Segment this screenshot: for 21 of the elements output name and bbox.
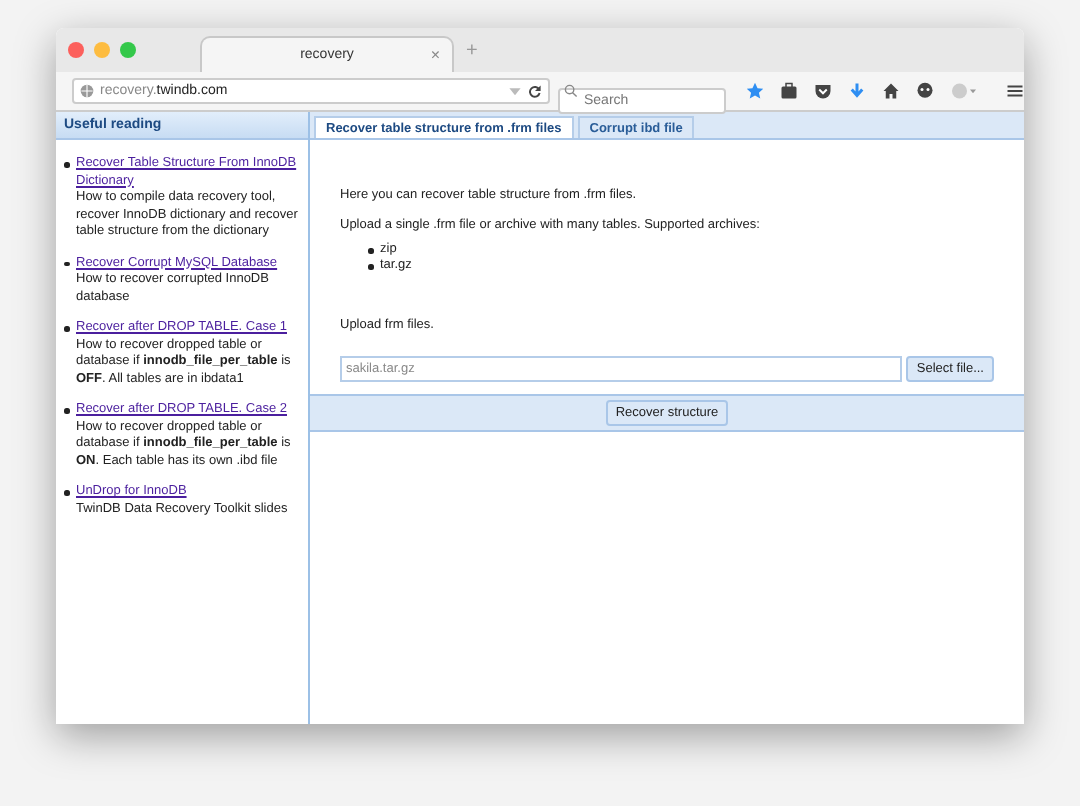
account-icon[interactable]: [950, 82, 978, 100]
chat-icon[interactable]: [916, 82, 934, 100]
bullet-icon: [64, 162, 69, 167]
maximize-window-button[interactable]: [120, 42, 136, 58]
home-icon[interactable]: [882, 82, 900, 100]
bullet-icon: [368, 248, 373, 253]
briefcase-icon[interactable]: [780, 82, 798, 100]
bullet-icon: [64, 326, 69, 331]
bullet-icon: [368, 264, 373, 269]
pocket-icon[interactable]: [814, 82, 832, 100]
reload-icon[interactable]: [528, 84, 542, 98]
close-window-button[interactable]: [68, 42, 84, 58]
bullet-icon: [64, 261, 69, 266]
globe-icon: [80, 84, 94, 98]
bullet-icon: [64, 408, 69, 413]
bullet-icon: [64, 490, 69, 495]
star-icon[interactable]: [746, 82, 764, 100]
search-icon: [564, 84, 578, 98]
download-icon[interactable]: [848, 82, 866, 100]
menu-icon[interactable]: [1006, 82, 1024, 100]
dropdown-icon[interactable]: [508, 84, 522, 98]
